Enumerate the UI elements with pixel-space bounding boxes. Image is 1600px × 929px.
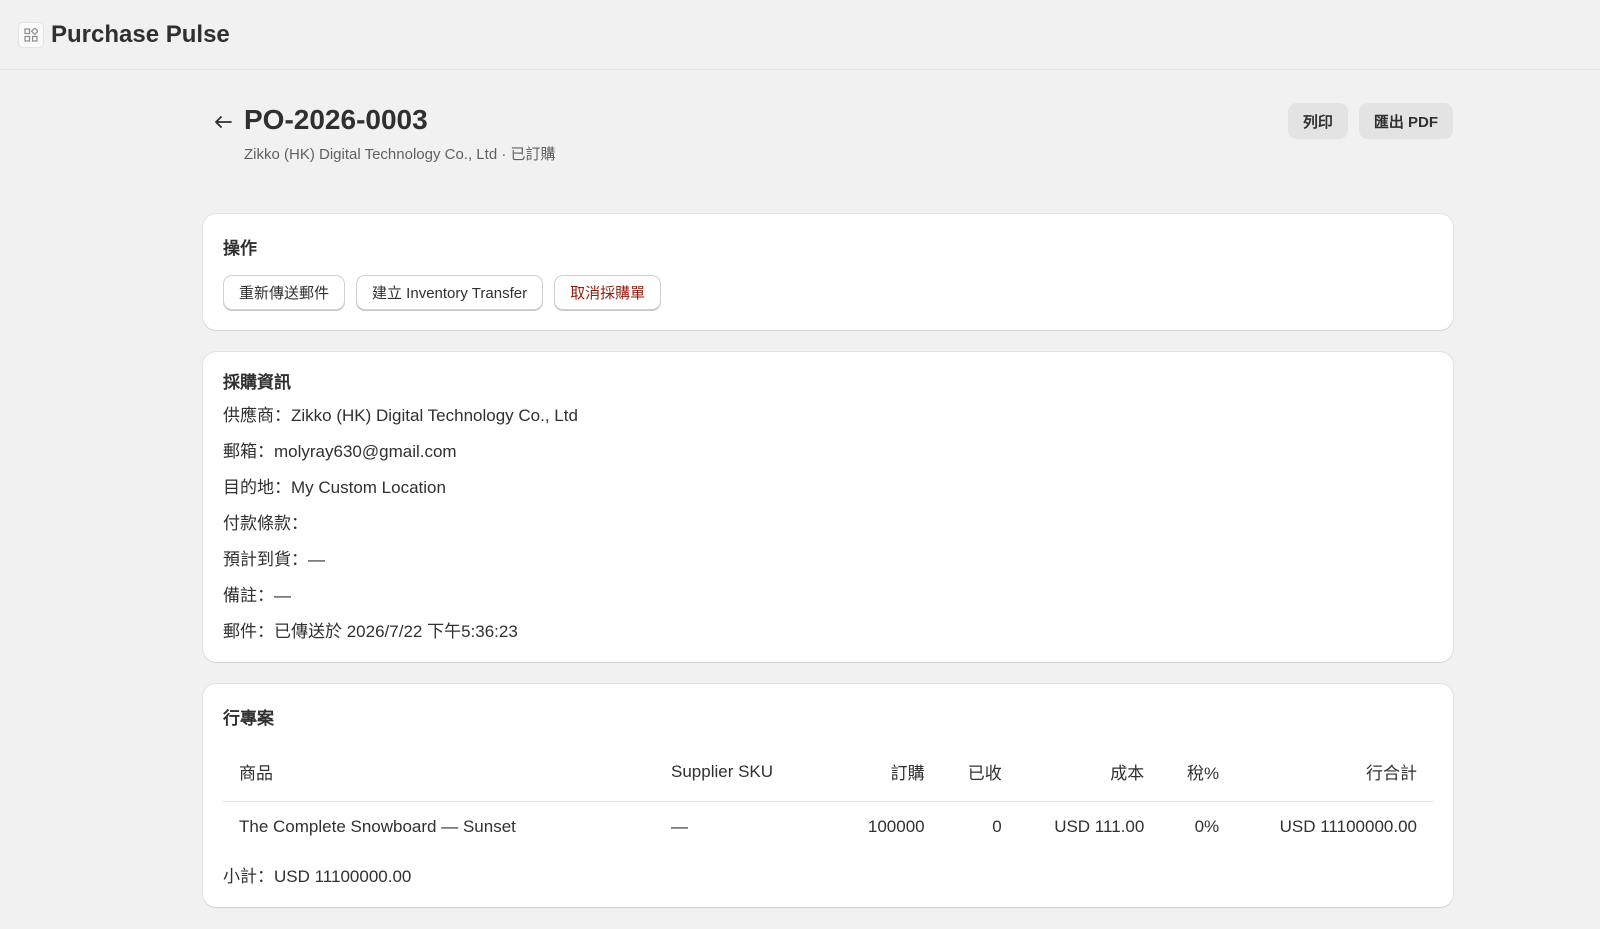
actions-card-title: 操作 [223, 239, 257, 258]
apps-grid-icon [18, 21, 44, 48]
page-content: PO-2026-0003 Zikko (HK) Digital Technolo… [203, 70, 1453, 929]
line-items-card: 行專案 商品 Supplier SKU 訂購 已收 成本 稅% 行合計 The … [203, 684, 1453, 907]
cell-received: 0 [992, 817, 1002, 836]
purchase-info-title: 採購資訊 [223, 373, 291, 392]
column-header-product: 商品 [223, 745, 655, 802]
column-header-line-total: 行合計 [1235, 745, 1433, 802]
page-title: PO-2026-0003 [244, 104, 428, 135]
actions-card: 操作 重新傳送郵件 建立 Inventory Transfer 取消採購單 [203, 214, 1453, 330]
subtotal-line: 小計：USD 11100000.00 [223, 867, 412, 886]
line-items-title: 行專案 [223, 709, 274, 728]
actions-row: 重新傳送郵件 建立 Inventory Transfer 取消採購單 [223, 275, 1433, 310]
column-header-tax: 稅% [1160, 745, 1236, 802]
supplier-line: 供應商：Zikko (HK) Digital Technology Co., L… [223, 406, 578, 425]
cell-ordered: 100000 [867, 817, 925, 836]
page-header: PO-2026-0003 Zikko (HK) Digital Technolo… [203, 70, 1453, 214]
create-inventory-transfer-button[interactable]: 建立 Inventory Transfer [356, 275, 544, 310]
app-title: Purchase Pulse [51, 20, 230, 48]
resend-email-button[interactable]: 重新傳送郵件 [223, 275, 346, 310]
export-pdf-button[interactable]: 匯出 PDF [1358, 103, 1453, 139]
page-subtitle: Zikko (HK) Digital Technology Co., Ltd ·… [244, 146, 556, 163]
table-header-row: 商品 Supplier SKU 訂購 已收 成本 稅% 行合計 [223, 745, 1433, 802]
email-line: 郵箱：molyray630@gmail.com [223, 442, 457, 461]
column-header-sku: Supplier SKU [655, 745, 837, 802]
payment-terms-line: 付款條款： [223, 514, 308, 533]
column-header-ordered: 訂購 [837, 745, 941, 802]
notes-line: 備註：— [223, 586, 291, 605]
back-arrow-icon[interactable] [209, 108, 237, 136]
destination-line: 目的地：My Custom Location [223, 478, 446, 497]
column-header-received: 已收 [940, 745, 1018, 802]
column-header-cost: 成本 [1017, 745, 1161, 802]
cancel-purchase-order-button[interactable]: 取消採購單 [554, 275, 662, 310]
cell-cost: USD 111.00 [1054, 817, 1145, 836]
mail-status-line: 郵件：已傳送於 2026/7/22 下午5:36:23 [223, 622, 518, 641]
cell-sku: — [671, 817, 688, 836]
print-button[interactable]: 列印 [1287, 103, 1348, 139]
purchase-info-card: 採購資訊 供應商：Zikko (HK) Digital Technology C… [203, 352, 1453, 662]
table-row: The Complete Snowboard — Sunset — 100000… [223, 802, 1433, 853]
expected-arrival-line: 預計到貨：— [223, 550, 325, 569]
cell-line-total: USD 11100000.00 [1279, 817, 1417, 836]
header-actions: 列印 匯出 PDF [1287, 103, 1453, 139]
cell-product: The Complete Snowboard — Sunset [239, 817, 516, 836]
app-top-bar: Purchase Pulse [0, 0, 1600, 70]
cell-tax: 0% [1194, 817, 1220, 836]
line-items-table: 商品 Supplier SKU 訂購 已收 成本 稅% 行合計 The Comp… [223, 745, 1433, 852]
